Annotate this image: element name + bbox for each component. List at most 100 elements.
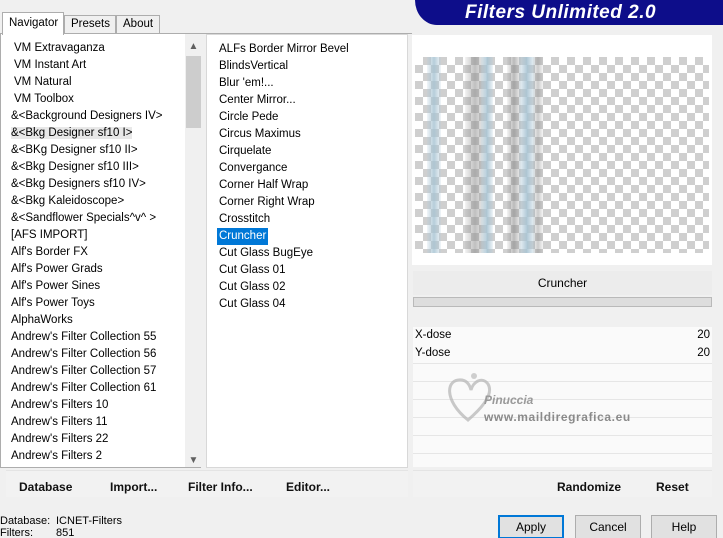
list-item[interactable]: Blur 'em!... <box>217 75 351 92</box>
list-item[interactable]: Cut Glass 04 <box>217 296 351 313</box>
list-item-label: Andrew's Filters 2 <box>11 450 103 462</box>
list-item[interactable]: Andrew's Filter Collection 56 <box>1 346 185 363</box>
selected-filter-name: Cruncher <box>413 271 712 295</box>
banner-title: Filters Unlimited 2.0 <box>465 2 657 23</box>
list-item-label: Alf's Power Grads <box>11 263 103 275</box>
list-item[interactable]: VM Toolbox <box>1 91 185 108</box>
list-item[interactable]: Alf's Border FX <box>1 244 185 261</box>
watermark-url: www.maildiregrafica.eu <box>484 410 631 424</box>
list-item[interactable]: VM Natural <box>1 74 185 91</box>
list-item-label: Andrew's Filters 22 <box>11 433 109 445</box>
list-item-label: Andrew's Filter Collection 57 <box>11 365 157 377</box>
list-item-label: VM Natural <box>14 76 72 88</box>
list-item[interactable]: &<Bkg Designer sf10 I> <box>1 125 185 142</box>
tab-about[interactable]: About <box>116 15 160 34</box>
import-button[interactable]: Import... <box>110 480 157 494</box>
title-banner: Filters Unlimited 2.0 <box>415 0 723 25</box>
category-list-panel: VM Extravaganza VM Instant Art VM Natural V… <box>0 34 201 468</box>
list-item[interactable]: Andrew's Filters 22 <box>1 431 185 448</box>
list-item[interactable]: Alf's Power Toys <box>1 295 185 312</box>
list-item-label: &<BKg Designer sf10 II> <box>11 144 138 156</box>
chevron-up-icon[interactable]: ▲ <box>185 38 201 55</box>
list-item-label: &<Bkg Designer sf10 III> <box>11 161 139 173</box>
list-item[interactable]: Andrew's Filters 10 <box>1 397 185 414</box>
list-item[interactable]: Cut Glass 02 <box>217 279 351 296</box>
list-item-label: Andrew's Filters 11 <box>11 416 108 428</box>
list-item[interactable]: Circle Pede <box>217 109 351 126</box>
cancel-button[interactable]: Cancel <box>575 515 641 538</box>
list-item[interactable]: Circus Maximus <box>217 126 351 143</box>
list-item[interactable]: Andrew's Filter Collection 55 <box>1 329 185 346</box>
filter-info-button[interactable]: Filter Info... <box>188 480 253 494</box>
list-item-label: VM Extravaganza <box>14 42 105 54</box>
randomize-button[interactable]: Randomize <box>557 480 621 494</box>
reset-button[interactable]: Reset <box>656 480 689 494</box>
tab-navigator[interactable]: Navigator <box>2 12 64 35</box>
list-item-label: Andrew's Filter Collection 61 <box>11 382 157 394</box>
list-item-label: Andrew's Filter Collection 56 <box>11 348 157 360</box>
database-button[interactable]: Database <box>19 480 72 494</box>
list-item[interactable]: AlphaWorks <box>1 312 185 329</box>
list-item[interactable]: ALFs Border Mirror Bevel <box>217 41 351 58</box>
list-item-label: &<Bkg Designer sf10 I> <box>11 127 133 139</box>
list-item[interactable]: Andrew's Filters 23 <box>1 465 185 467</box>
preview-stripe <box>427 57 441 253</box>
list-item[interactable]: &<Background Designers IV> <box>1 108 185 125</box>
chevron-down-icon[interactable]: ▼ <box>185 452 201 467</box>
preview-image <box>415 57 709 253</box>
list-item[interactable]: [AFS IMPORT] <box>1 227 185 244</box>
list-item[interactable]: BlindsVertical <box>217 58 351 75</box>
list-item[interactable]: Corner Half Wrap <box>217 177 351 194</box>
list-item[interactable]: Cut Glass 01 <box>217 262 351 279</box>
list-item-label: VM Instant Art <box>14 59 87 71</box>
filters-count-value: 851 <box>56 527 75 538</box>
param-value: 20 <box>697 347 710 359</box>
param-row-y-dose[interactable]: Y-dose 20 <box>413 345 712 362</box>
list-item[interactable]: VM Instant Art <box>1 57 185 74</box>
list-item-label: Alf's Power Sines <box>11 280 101 292</box>
left-button-bar: Database Import... Filter Info... Editor… <box>6 470 408 497</box>
list-item-label: Andrew's Filter Collection 55 <box>11 331 157 343</box>
filter-list-panel: ALFs Border Mirror Bevel BlindsVertical Bl… <box>206 34 408 468</box>
param-row-x-dose[interactable]: X-dose 20 <box>413 327 712 344</box>
parameter-slider[interactable] <box>413 297 712 307</box>
list-item[interactable]: Cruncher <box>217 228 269 245</box>
list-item[interactable]: Andrew's Filter Collection 57 <box>1 363 185 380</box>
list-item[interactable]: &<BKg Designer sf10 II> <box>1 142 185 159</box>
list-item[interactable]: Corner Right Wrap <box>217 194 351 211</box>
list-item[interactable]: Cirquelate <box>217 143 351 160</box>
list-item[interactable]: &<Sandflower Specials^v^ > <box>1 210 185 227</box>
param-divider <box>413 453 712 454</box>
preview-stripe <box>533 57 543 253</box>
list-item[interactable]: &<Bkg Designer sf10 III> <box>1 159 185 176</box>
category-scrollbar[interactable]: ▲ ▼ <box>185 34 201 467</box>
database-value: ICNET-Filters <box>56 515 122 527</box>
database-label: Database: <box>0 515 51 527</box>
list-item[interactable]: &<Bkg Designers sf10 IV> <box>1 176 185 193</box>
list-item-label: Alf's Power Toys <box>11 297 95 309</box>
list-item[interactable]: Convergance <box>217 160 351 177</box>
list-item[interactable]: Alf's Power Grads <box>1 261 185 278</box>
preview-stripe <box>481 57 493 253</box>
category-list[interactable]: VM Extravaganza VM Instant Art VM Natural V… <box>1 40 185 467</box>
list-item[interactable]: Alf's Power Sines <box>1 278 185 295</box>
filter-list[interactable]: ALFs Border Mirror Bevel BlindsVertical Bl… <box>217 41 351 313</box>
scrollbar-thumb[interactable] <box>186 56 201 128</box>
list-item[interactable]: Cut Glass BugEye <box>217 245 351 262</box>
list-item[interactable]: &<Bkg Kaleidoscope> <box>1 193 185 210</box>
list-item[interactable]: VM Extravaganza <box>1 40 185 57</box>
apply-button[interactable]: Apply <box>498 515 564 538</box>
right-button-bar: Randomize Reset <box>413 470 712 497</box>
list-item[interactable]: Andrew's Filters 2 <box>1 448 185 465</box>
param-name: X-dose <box>415 329 452 341</box>
list-item-label: [AFS IMPORT] <box>11 229 88 241</box>
help-button[interactable]: Help <box>651 515 717 538</box>
list-item[interactable]: Andrew's Filters 11 <box>1 414 185 431</box>
param-value: 20 <box>697 329 710 341</box>
tab-presets[interactable]: Presets <box>64 15 116 34</box>
list-item-label: &<Sandflower Specials^v^ > <box>11 212 157 224</box>
list-item[interactable]: Andrew's Filter Collection 61 <box>1 380 185 397</box>
list-item[interactable]: Center Mirror... <box>217 92 351 109</box>
editor-button[interactable]: Editor... <box>286 480 330 494</box>
list-item[interactable]: Crosstitch <box>217 211 351 228</box>
